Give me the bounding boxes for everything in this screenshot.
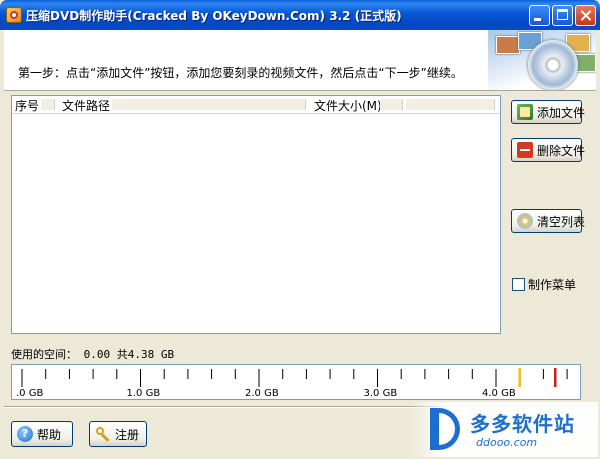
window-title: 压缩DVD制作助手(Cracked By OKeyDown.Com) 3.2 (… (26, 9, 402, 23)
close-icon[interactable] (575, 5, 596, 26)
file-list-header: 序号 文件路径 文件大小(M) (12, 96, 500, 114)
clear-list-button[interactable]: 清空列表 (511, 209, 586, 233)
make-menu-checkbox[interactable]: 制作菜单 (512, 276, 576, 293)
space-usage-text: 使用的空间： 0.00 共4.38 GB (11, 346, 174, 362)
space-used-label: 使用的空间： (11, 348, 77, 361)
delete-file-label: 删除文件 (537, 143, 586, 158)
clear-list-label: 清空列表 (537, 214, 586, 229)
watermark-url: ddooo.com (476, 436, 538, 449)
tick-label: 1.0 GB (127, 388, 161, 399)
maximize-icon[interactable] (552, 5, 573, 26)
dvd-banner-image (488, 30, 596, 90)
clear-list-icon (517, 213, 533, 229)
add-file-label: 添加文件 (537, 105, 586, 120)
help-button[interactable]: ? 帮助 (11, 421, 73, 447)
delete-file-button[interactable]: 删除文件 (511, 138, 586, 162)
watermark-name: 多多软件站 (470, 412, 575, 436)
gauge-chart: .0 GB 1.0 GB 2.0 GB 3.0 GB 4.0 GB (16, 368, 568, 399)
key-icon (95, 426, 111, 442)
tick-label: 3.0 GB (364, 388, 398, 399)
watermark: 多多软件站 ddooo.com (408, 402, 598, 457)
step-instruction: 第一步：点击“添加文件”按钮，添加您要刻录的视频文件，然后点击“下一步”继续。 (18, 66, 463, 80)
file-list[interactable]: 序号 文件路径 文件大小(M) (11, 95, 501, 334)
register-label: 注册 (115, 427, 140, 442)
space-total-label: 共4.38 GB (116, 348, 175, 361)
title-bar[interactable]: 压缩DVD制作助手(Cracked By OKeyDown.Com) 3.2 (… (0, 0, 600, 30)
app-icon (6, 7, 22, 23)
header-panel: 第一步：点击“添加文件”按钮，添加您要刻录的视频文件，然后点击“下一步”继续。 (4, 30, 596, 91)
checkbox-box[interactable] (512, 278, 525, 291)
tick-label: 2.0 GB (245, 388, 279, 399)
column-header-size[interactable]: 文件大小(M) (314, 97, 382, 114)
tick-label: 4.0 GB (482, 388, 516, 399)
make-menu-label: 制作菜单 (528, 278, 577, 292)
minimize-icon[interactable] (529, 5, 550, 26)
column-header-index[interactable]: 序号 (15, 97, 39, 114)
tick-label: .0 GB (16, 388, 43, 399)
add-file-button[interactable]: 添加文件 (511, 100, 586, 124)
disc-capacity-gauge: .0 GB 1.0 GB 2.0 GB 3.0 GB 4.0 GB (11, 364, 581, 400)
space-used-value: 0.00 (83, 348, 111, 361)
dvd-disc-icon (528, 40, 578, 90)
column-header-path[interactable]: 文件路径 (62, 97, 110, 114)
help-label: 帮助 (37, 427, 62, 442)
watermark-logo-icon (430, 408, 460, 450)
photo-thumb-icon (496, 36, 520, 54)
delete-file-icon (517, 142, 533, 158)
help-icon: ? (17, 426, 33, 442)
add-file-icon (517, 104, 533, 120)
register-button[interactable]: 注册 (89, 421, 147, 447)
